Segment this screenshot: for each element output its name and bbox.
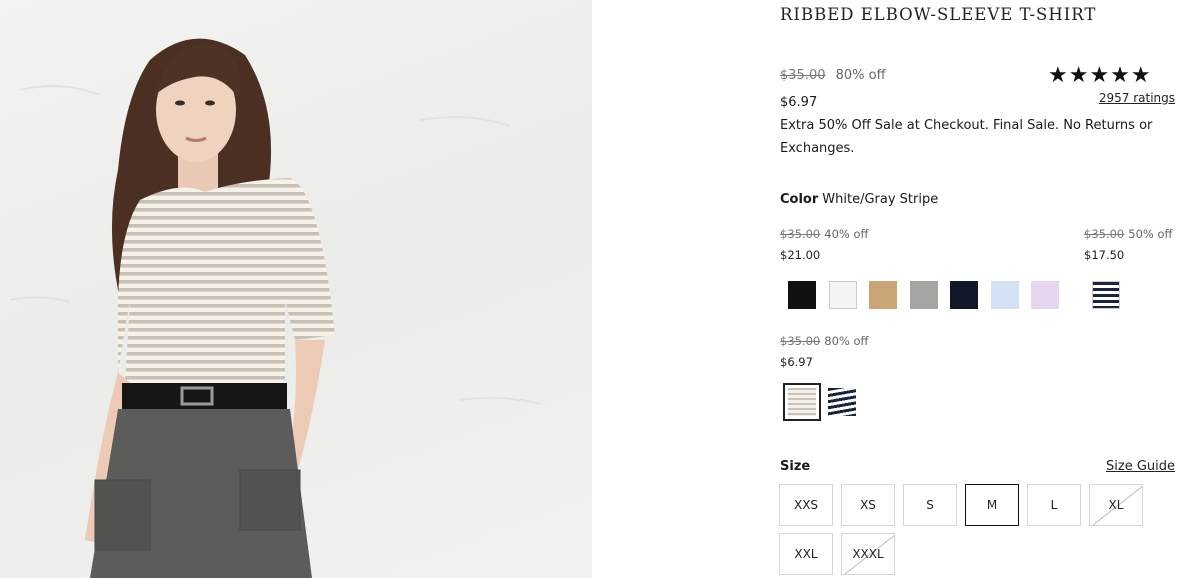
swatch-lavender[interactable] — [1031, 281, 1059, 309]
model-photo — [9, 38, 541, 578]
sale-price: $17.50 — [1084, 248, 1125, 262]
size-option-label: XXS — [793, 498, 819, 512]
size-label: Size — [780, 459, 811, 474]
size-option-xl[interactable]: XL — [1089, 484, 1143, 526]
size-option-label: XL — [1108, 498, 1124, 512]
ratings-link[interactable]: 2957 ratings — [1099, 91, 1175, 105]
selected-color-name: White/Gray Stripe — [822, 192, 939, 207]
swatch-gray[interactable] — [910, 281, 938, 309]
swatch-navy-white-stripe[interactable] — [828, 388, 856, 416]
size-option-label: XS — [860, 498, 876, 512]
swatch-black[interactable] — [788, 281, 816, 309]
size-option-label: M — [986, 498, 998, 512]
size-option-m[interactable]: M — [965, 484, 1019, 526]
size-option-label: XXXL — [852, 547, 884, 561]
swatch-white-gray-stripe[interactable] — [788, 388, 816, 416]
swatch-selected-frame[interactable] — [783, 383, 821, 421]
discount-label: 50% off — [1128, 227, 1173, 241]
color-label: Color — [780, 192, 819, 207]
price-original-row: $35.00 80% off — [780, 68, 886, 83]
size-option-xxs[interactable]: XXS — [779, 484, 833, 526]
size-guide-link[interactable]: Size Guide — [1106, 459, 1175, 474]
size-option-xxl[interactable]: XXL — [779, 533, 833, 575]
sale-price: $6.97 — [780, 355, 813, 369]
size-option-l[interactable]: L — [1027, 484, 1081, 526]
product-details: RIBBED ELBOW-SLEEVE T-SHIRT $35.00 80% o… — [592, 0, 1200, 578]
color-group-price: $35.00 50% off $17.50 — [1084, 227, 1172, 262]
product-image[interactable] — [0, 0, 592, 578]
original-price: $35.00 — [780, 334, 821, 348]
size-option-s[interactable]: S — [903, 484, 957, 526]
size-option-label: XXL — [794, 547, 818, 561]
sale-price: $21.00 — [780, 248, 821, 262]
discount-label: 80% off — [835, 68, 886, 83]
original-price: $35.00 — [780, 227, 821, 241]
discount-label: 40% off — [824, 227, 869, 241]
color-group-price: $35.00 40% off $21.00 — [780, 227, 868, 262]
size-option-xs[interactable]: XS — [841, 484, 895, 526]
rating-stars-icon[interactable]: ★★★★★ — [1048, 64, 1152, 88]
swatch-light-blue[interactable] — [991, 281, 1019, 309]
size-option-label: S — [926, 498, 934, 512]
size-option-label: L — [1050, 498, 1058, 512]
swatch-navy-white-stripe[interactable] — [1092, 281, 1120, 309]
product-title: RIBBED ELBOW-SLEEVE T-SHIRT — [780, 5, 1097, 24]
swatch-white[interactable] — [829, 281, 857, 309]
color-group-price: $35.00 80% off $6.97 — [780, 334, 868, 369]
swatch-navy[interactable] — [950, 281, 978, 309]
sale-price: $6.97 — [780, 95, 818, 110]
size-option-xxxl[interactable]: XXXL — [841, 533, 895, 575]
swatch-tan[interactable] — [869, 281, 897, 309]
original-price: $35.00 — [1084, 227, 1125, 241]
promo-text: Extra 50% Off Sale at Checkout. Final Sa… — [780, 118, 1153, 156]
discount-label: 80% off — [824, 334, 869, 348]
color-selection: Color White/Gray Stripe — [780, 192, 938, 207]
original-price: $35.00 — [780, 68, 826, 83]
